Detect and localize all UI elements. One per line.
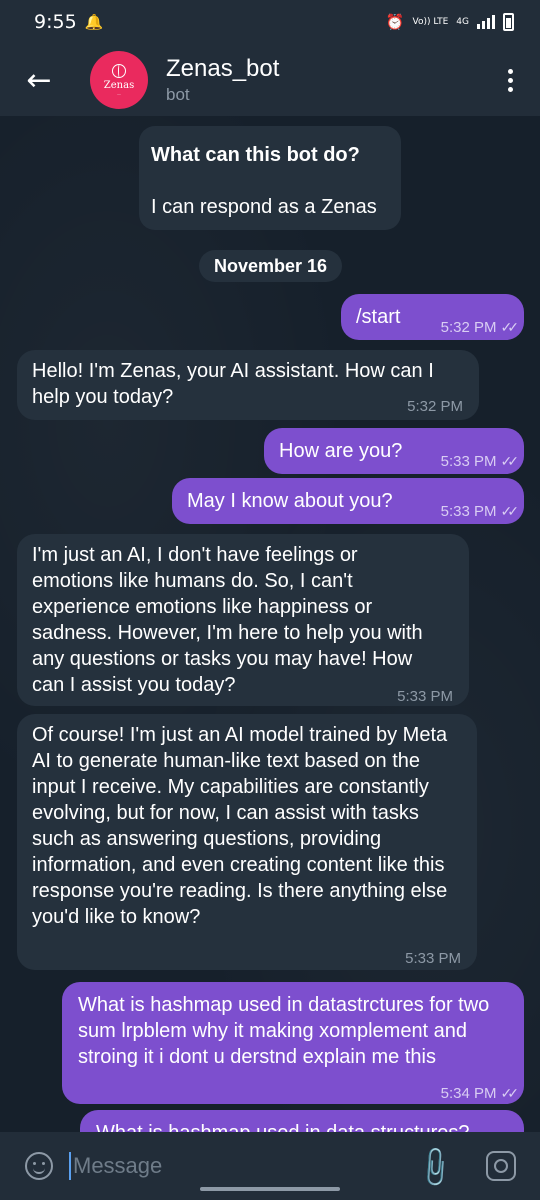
message-outgoing[interactable]: What is hashmap used in datastrctures fo… <box>62 982 524 1104</box>
camera-icon[interactable] <box>486 1151 516 1181</box>
message-time: 5:32 PM <box>407 398 463 415</box>
message-time: 5:34 PM <box>440 1085 497 1102</box>
message-time: 5:33 PM <box>397 688 453 705</box>
intro-heading: What can this bot do? <box>151 144 360 166</box>
message-time: 5:33 PM <box>440 503 497 520</box>
chat-area[interactable]: What can this bot do? I can respond as a… <box>0 116 540 1132</box>
avatar-sub: — <box>117 91 121 96</box>
status-time: 9:55 <box>34 11 77 33</box>
text-cursor <box>69 1152 71 1180</box>
message-text: I'm just an AI, I don't have feelings or… <box>32 544 423 696</box>
message-text: May I know about you? <box>187 490 393 512</box>
message-meta: 5:32 PM ✓✓ <box>440 314 520 341</box>
attach-paperclip-icon[interactable]: 📎 <box>411 1143 459 1191</box>
message-outgoing[interactable]: May I know about you? 5:33 PM ✓✓ <box>172 478 524 524</box>
emoji-icon[interactable] <box>25 1152 53 1180</box>
message-meta: 5:34 PM ✓✓ <box>440 1080 520 1107</box>
message-time: 5:33 PM <box>405 950 461 967</box>
status-bar: 9:55 🔔 ⏰ Vo)) LTE 4G <box>0 0 540 44</box>
bot-intro-card: What can this bot do? I can respond as a… <box>139 126 401 230</box>
notification-bell-icon: 🔔 <box>84 13 104 31</box>
home-indicator[interactable] <box>200 1187 340 1191</box>
intro-text: I can respond as a Zenas <box>151 196 377 218</box>
message-meta: 5:33 PM ✓✓ <box>440 448 520 475</box>
message-incoming[interactable]: Hello! I'm Zenas, your AI assistant. How… <box>17 350 479 420</box>
double-check-icon: ✓✓ <box>500 503 520 519</box>
chat-header: ← Zenas — Zenas_bot bot <box>0 44 540 116</box>
message-time: 5:32 PM <box>440 319 497 336</box>
message-input[interactable]: Message <box>69 1146 418 1186</box>
double-check-icon: ✓✓ <box>500 453 520 469</box>
message-text: /start <box>356 306 401 328</box>
message-text: Hello! I'm Zenas, your AI assistant. How… <box>32 360 434 408</box>
status-icons: ⏰ Vo)) LTE 4G <box>386 13 514 31</box>
message-text: How are you? <box>279 440 403 462</box>
globe-icon <box>112 64 126 78</box>
volte-label: Vo)) LTE <box>412 16 449 27</box>
battery-icon <box>503 13 514 31</box>
network-label: 4G <box>456 16 469 27</box>
chat-subtitle: bot <box>166 85 190 104</box>
message-text: What is hashmap used in data structures? <box>96 1120 516 1132</box>
message-outgoing[interactable]: What is hashmap used in data structures? <box>80 1110 524 1132</box>
alarm-icon: ⏰ <box>385 13 405 31</box>
message-text: What is hashmap used in datastrctures fo… <box>78 994 490 1068</box>
chat-title: Zenas_bot <box>166 55 280 82</box>
message-outgoing[interactable]: /start 5:32 PM ✓✓ <box>341 294 524 340</box>
message-meta: 5:33 PM ✓✓ <box>440 498 520 525</box>
avatar-label: Zenas <box>103 80 135 91</box>
avatar[interactable]: Zenas — <box>90 51 148 109</box>
date-separator: November 16 <box>199 250 342 282</box>
back-arrow-icon[interactable]: ← <box>0 44 78 116</box>
signal-icon <box>477 15 495 29</box>
message-time: 5:33 PM <box>440 453 497 470</box>
double-check-icon: ✓✓ <box>500 319 520 335</box>
message-placeholder: Message <box>73 1153 163 1178</box>
title-block[interactable]: Zenas_bot bot <box>166 54 279 106</box>
message-text: Of course! I'm just an AI model trained … <box>32 724 448 928</box>
more-options-icon[interactable] <box>480 44 540 116</box>
message-incoming[interactable]: Of course! I'm just an AI model trained … <box>17 714 477 970</box>
message-incoming[interactable]: I'm just an AI, I don't have feelings or… <box>17 534 469 706</box>
message-outgoing[interactable]: How are you? 5:33 PM ✓✓ <box>264 428 524 474</box>
double-check-icon: ✓✓ <box>500 1085 520 1101</box>
